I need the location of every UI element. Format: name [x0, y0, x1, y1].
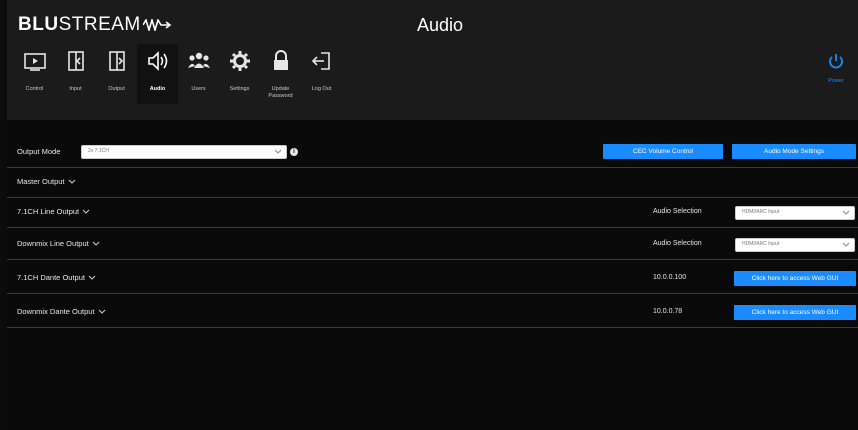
master-output-label: Master Output [17, 177, 65, 186]
chevron-down-icon [98, 309, 105, 314]
nav-label-update-password: Update Password [268, 86, 293, 99]
downmix-line-output-row[interactable]: Downmix Line Output Audio Selection HDMI… [7, 230, 858, 260]
nav-item-logout[interactable]: Log Out [301, 44, 342, 104]
chevron-down-icon [842, 210, 850, 215]
dante-71-output-label: 7.1CH Dante Output [17, 273, 85, 282]
power-label: Power [828, 78, 844, 84]
chevron-down-icon [842, 242, 850, 247]
output-mode-select[interactable]: 2x 7.1CH [81, 145, 287, 159]
audio-selection-label: Audio Selection [653, 208, 702, 215]
nav-label-input: Input [69, 86, 82, 92]
master-output-header: Master Output [17, 177, 76, 186]
brand-wave-icon [142, 18, 172, 31]
monitor-play-icon [24, 53, 46, 71]
output-icon [109, 51, 125, 71]
dante-ip-address: 10.0.0.78 [653, 308, 683, 315]
chevron-down-icon [274, 149, 282, 154]
dante-71-output-header: 7.1CH Dante Output [17, 273, 96, 282]
nav-item-settings[interactable]: Settings [219, 44, 260, 104]
chevron-down-icon [82, 209, 90, 214]
output-mode-row: Output Mode 2x 7.1CH CEC Volume Control … [7, 138, 858, 168]
app-frame: BLUSTREAM Audio Control Input Output Aud… [7, 0, 858, 430]
dante-ip-address: 10.0.0.100 [653, 274, 687, 281]
top-bar: BLUSTREAM Audio Control Input Output Aud… [7, 0, 858, 120]
downmix-dante-output-row[interactable]: Downmix Dante Output 10.0.0.78 Click her… [7, 298, 858, 328]
lock-icon [274, 50, 288, 70]
audio-selection-select[interactable]: HDMI/ARC Input [735, 206, 855, 220]
nav-item-update-password[interactable]: Update Password [260, 44, 301, 104]
gear-icon [230, 51, 250, 71]
downmix-line-output-label: Downmix Line Output [17, 239, 89, 248]
downmix-dante-output-header: Downmix Dante Output [17, 307, 106, 316]
power-icon [829, 54, 843, 69]
line-71-output-label: 7.1CH Line Output [17, 207, 80, 216]
nav-label-settings: Settings [229, 86, 250, 92]
nav-label-logout: Log Out [311, 86, 332, 92]
chevron-down-icon [88, 275, 96, 280]
nav-item-audio[interactable]: Audio [137, 44, 178, 104]
chevron-down-icon [68, 179, 75, 184]
nav-label-control: Control [25, 86, 44, 92]
audio-selection-label: Audio Selection [653, 240, 702, 247]
nav-item-users[interactable]: Users [178, 44, 219, 104]
downmix-line-output-header: Downmix Line Output [17, 239, 100, 248]
line-71-output-header: 7.1CH Line Output [17, 207, 90, 216]
master-output-row[interactable]: Master Output [7, 168, 858, 198]
nav-label-output: Output [108, 86, 125, 92]
power-button[interactable]: Power [824, 52, 848, 84]
web-gui-button[interactable]: Click here to access Web GUI [734, 305, 856, 320]
line-71-output-row[interactable]: 7.1CH Line Output Audio Selection HDMI/A… [7, 198, 858, 228]
audio-selection-value: HDMI/ARC Input [742, 209, 780, 215]
nav-item-control[interactable]: Control [14, 44, 55, 104]
brand-logo: BLUSTREAM [18, 14, 173, 36]
users-icon [188, 52, 210, 68]
audio-mode-settings-button[interactable]: Audio Mode Settings [732, 144, 856, 159]
nav-item-input[interactable]: Input [55, 44, 96, 104]
nav-label-audio: Audio [149, 86, 166, 92]
nav-item-output[interactable]: Output [96, 44, 137, 104]
main-nav: Control Input Output Audio Users Setting… [14, 44, 342, 104]
audio-selection-select[interactable]: HDMI/ARC Input [735, 238, 855, 252]
chevron-down-icon [92, 241, 100, 246]
nav-label-users: Users [191, 86, 206, 92]
web-gui-button[interactable]: Click here to access Web GUI [734, 271, 856, 286]
input-icon [68, 51, 84, 71]
cec-volume-control-button[interactable]: CEC Volume Control [603, 144, 723, 159]
output-mode-value: 2x 7.1CH [88, 148, 109, 154]
output-mode-label: Output Mode [17, 147, 61, 156]
downmix-dante-output-label: Downmix Dante Output [17, 307, 95, 316]
info-icon[interactable]: i [290, 148, 298, 156]
audio-selection-value: HDMI/ARC Input [742, 241, 780, 247]
dante-71-output-row[interactable]: 7.1CH Dante Output 10.0.0.100 Click here… [7, 264, 858, 294]
page-title: Audio [417, 15, 464, 35]
logout-icon [311, 52, 330, 70]
speaker-icon [148, 51, 168, 71]
